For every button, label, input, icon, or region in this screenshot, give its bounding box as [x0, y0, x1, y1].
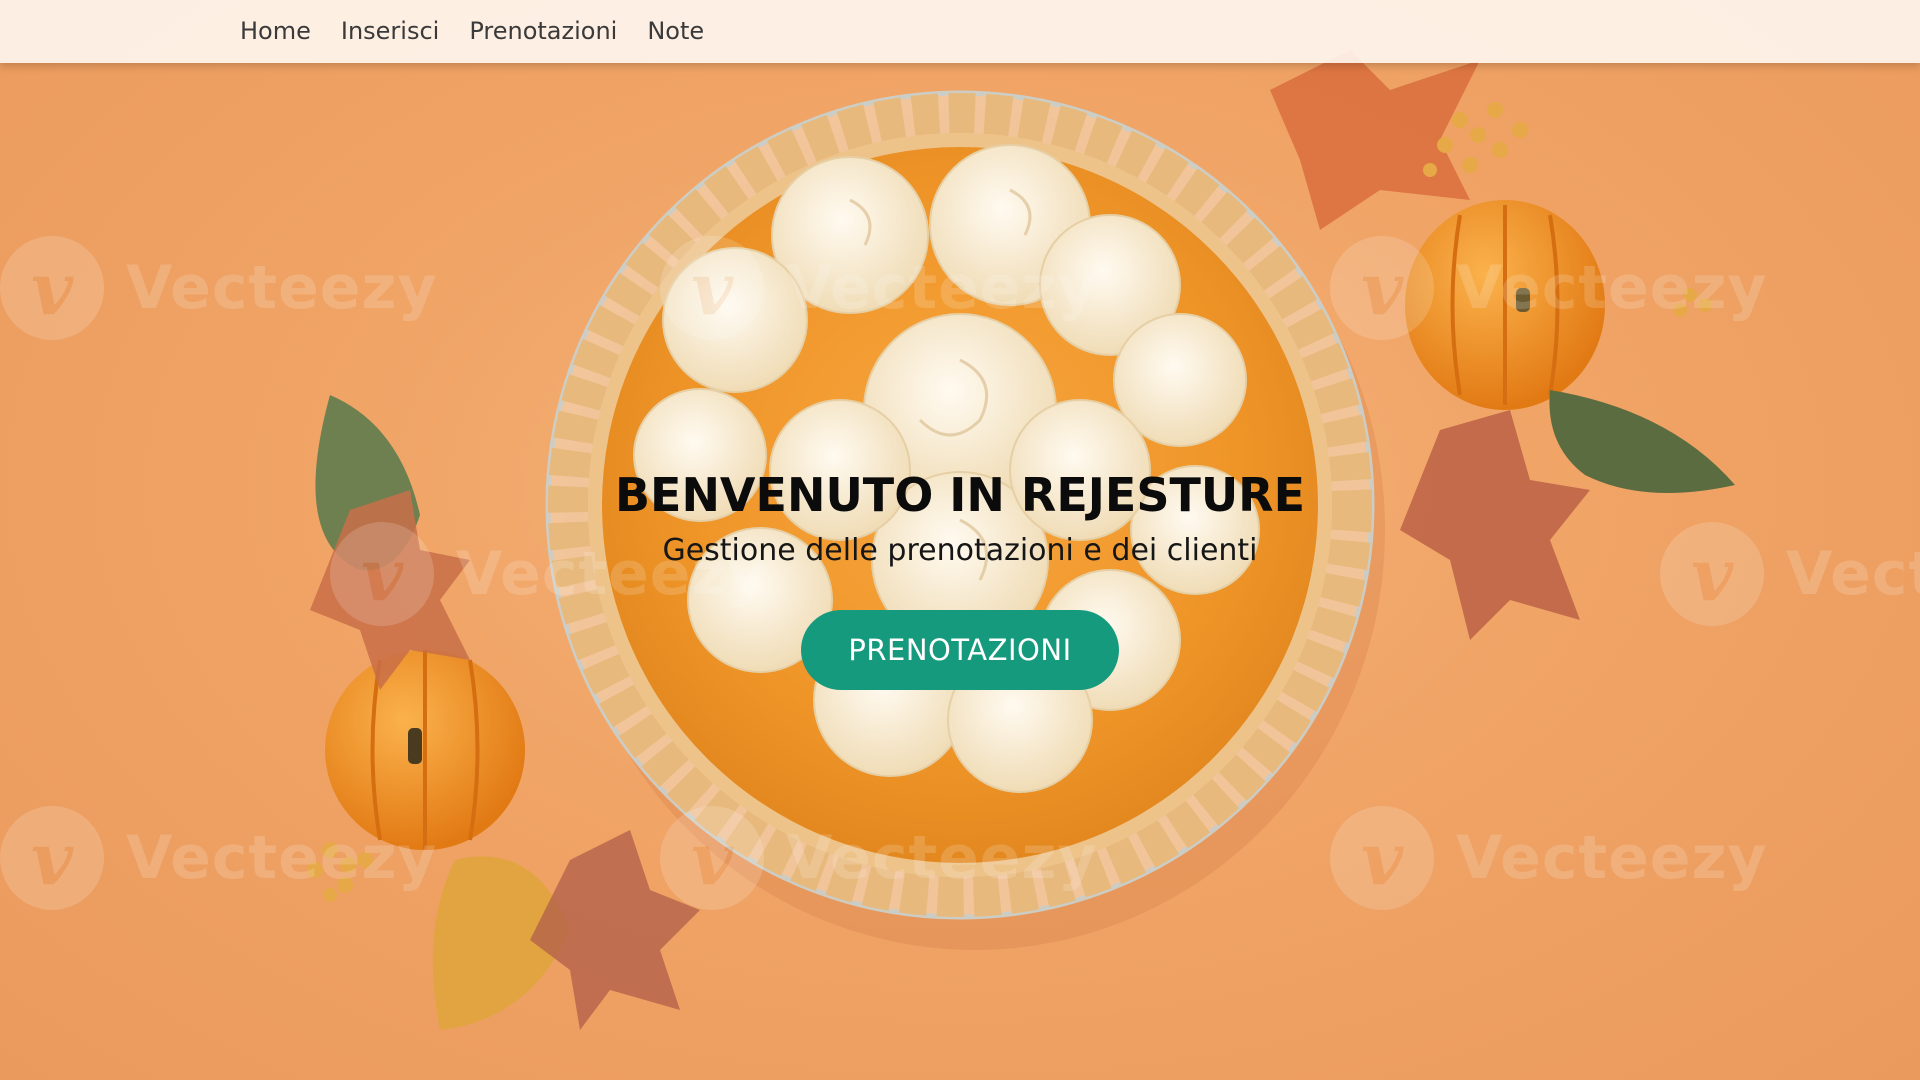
nav-link-prenotazioni[interactable]: Prenotazioni [469, 0, 617, 63]
pumpkin-right [1405, 200, 1605, 410]
hero-subtitle: Gestione delle prenotazioni e dei client… [662, 533, 1258, 568]
nav-link-home[interactable]: Home [240, 0, 311, 63]
hero-title: BENVENUTO IN REJESTURE [614, 468, 1306, 522]
nav-link-note[interactable]: Note [647, 0, 704, 63]
hero-content: BENVENUTO IN REJESTURE Gestione delle pr… [0, 462, 1920, 690]
nav-link-inserisci[interactable]: Inserisci [341, 0, 439, 63]
prenotazioni-button[interactable]: PRENOTAZIONI [801, 610, 1119, 690]
top-navbar: Home Inserisci Prenotazioni Note [0, 0, 1920, 63]
